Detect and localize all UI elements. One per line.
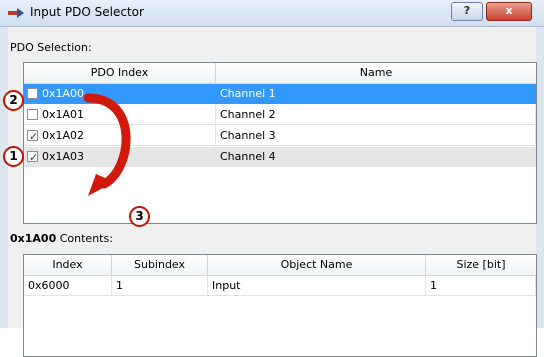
window-title: Input PDO Selector xyxy=(30,5,144,19)
callout-badge-3: 3 xyxy=(129,206,150,227)
pdo-index-text: 0x1A01 xyxy=(42,108,85,121)
pdo-row[interactable]: 0x1A01 Channel 2 xyxy=(24,105,536,125)
column-header-name[interactable]: Name xyxy=(216,63,536,84)
title-bar: Input PDO Selector ? x xyxy=(0,0,544,27)
help-button[interactable]: ? xyxy=(451,2,483,21)
dialog-client-area: PDO Selection: PDO Index Name 0x1A00 Cha… xyxy=(8,27,537,357)
contents-row[interactable]: 0x6000 1 Input 1 xyxy=(24,276,536,296)
pdo-index-cell: ✓ 0x1A02 xyxy=(24,126,216,146)
pdo-selection-grid[interactable]: PDO Index Name 0x1A00 Channel 1 0x1A01 C… xyxy=(23,62,537,224)
pdo-row[interactable]: 0x1A00 Channel 1 xyxy=(24,84,536,104)
column-header-size[interactable]: Size [bit] xyxy=(426,255,536,276)
pdo-name-cell: Channel 4 xyxy=(216,147,536,167)
pdo-index-cell: 0x1A00 xyxy=(24,84,216,104)
input-pdo-selector-window: Input PDO Selector ? x PDO Selection: PD… xyxy=(0,0,544,357)
checkmark-icon: ✓ xyxy=(29,151,39,164)
pdo-name-cell: Channel 2 xyxy=(216,105,536,125)
pdo-name-cell: Channel 1 xyxy=(216,84,536,104)
close-button[interactable]: x xyxy=(486,2,532,21)
contents-index-cell: 0x6000 xyxy=(24,276,112,296)
pdo-checkbox[interactable]: ✓ xyxy=(27,151,38,164)
column-header-pdo-index[interactable]: PDO Index xyxy=(24,63,216,84)
pdo-index-cell: 0x1A01 xyxy=(24,105,216,125)
pdo-row[interactable]: ✓ 0x1A03 Channel 4 xyxy=(24,147,536,167)
pdo-selection-label: PDO Selection: xyxy=(10,41,92,54)
app-icon xyxy=(8,8,24,18)
pdo-index-text: 0x1A03 xyxy=(42,150,85,163)
pdo-row[interactable]: ✓ 0x1A02 Channel 3 xyxy=(24,126,536,146)
contents-label: 0x1A00 Contents: xyxy=(10,232,113,245)
contents-object-name-cell: Input xyxy=(208,276,426,296)
pdo-name-cell: Channel 3 xyxy=(216,126,536,146)
contents-grid[interactable]: Index Subindex Object Name Size [bit] 0x… xyxy=(23,254,537,357)
column-header-object-name[interactable]: Object Name xyxy=(208,255,426,276)
contents-size-cell: 1 xyxy=(426,276,536,296)
callout-badge-2: 2 xyxy=(3,90,24,111)
contents-label-index: 0x1A00 xyxy=(10,232,57,245)
pdo-index-text: 0x1A02 xyxy=(42,129,85,142)
pdo-index-cell: ✓ 0x1A03 xyxy=(24,147,216,167)
contents-subindex-cell: 1 xyxy=(112,276,208,296)
pdo-checkbox[interactable] xyxy=(27,109,38,120)
column-header-index[interactable]: Index xyxy=(24,255,112,276)
contents-label-text: Contents: xyxy=(56,232,113,245)
callout-badge-1: 1 xyxy=(3,146,24,167)
column-header-subindex[interactable]: Subindex xyxy=(112,255,208,276)
pdo-checkbox[interactable] xyxy=(27,88,38,99)
pdo-checkbox[interactable]: ✓ xyxy=(27,130,38,143)
checkmark-icon: ✓ xyxy=(29,130,39,143)
pdo-index-text: 0x1A00 xyxy=(42,87,85,100)
